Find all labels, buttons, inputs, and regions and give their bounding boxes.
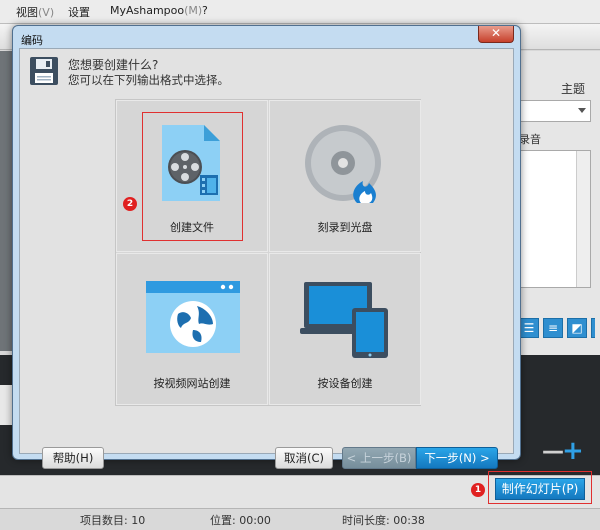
theme-label: 主题	[561, 82, 586, 96]
next-step-button[interactable]: 下一步(N) >	[416, 447, 498, 469]
menu-myashampoo-hotkey: (M)	[184, 4, 203, 17]
menu-help-label: ?	[202, 4, 208, 17]
annotation-marker-1: 1	[471, 483, 485, 497]
dialog-subheading: 您可以在下列输出格式中选择。	[68, 73, 229, 87]
disc-burn-icon	[305, 125, 381, 203]
transition-icon[interactable]: ◩	[567, 318, 587, 338]
encode-dialog: 编码 ✕ 您想要创建什么? 您可以在下列输出格式中选择。 创建文件 刻录到光盘 …	[12, 25, 521, 469]
music-label: 录音	[519, 133, 541, 146]
scrollbar[interactable]	[576, 151, 590, 287]
menu-settings-label: 设置	[68, 6, 90, 19]
menu-myashampoo-label: MyAshampoo	[110, 4, 185, 17]
theme-select[interactable]	[519, 100, 591, 122]
menu-view-label: 视图	[16, 6, 38, 19]
status-bar: 项目数目: 10 位置: 00:00 时间长度: 00:38	[0, 508, 600, 530]
timeline-thumbnail[interactable]	[0, 385, 12, 425]
lines-icon[interactable]: ☰	[519, 318, 539, 338]
mini-toolbar: ☰ ≡ ◩	[519, 318, 595, 340]
devices-icon	[300, 282, 388, 358]
music-list[interactable]	[519, 150, 591, 288]
previous-step-button[interactable]: < 上一步(B)	[342, 447, 416, 469]
zoom-in-icon[interactable]: +	[562, 438, 584, 464]
menu-help[interactable]: ?	[202, 4, 208, 17]
status-duration: 时间长度: 00:38	[342, 514, 425, 527]
floppy-disk-icon	[30, 57, 58, 85]
close-icon: ✕	[490, 26, 502, 40]
dialog-body: 您想要创建什么? 您可以在下列输出格式中选择。 创建文件 刻录到光盘 按视频网站…	[19, 48, 514, 469]
align-icon[interactable]: ≡	[543, 318, 563, 338]
option-device[interactable]: 按设备创建	[269, 253, 421, 405]
close-button[interactable]: ✕	[478, 26, 514, 43]
menu-settings[interactable]: 设置	[68, 4, 90, 20]
option-device-label: 按设备创建	[317, 377, 373, 390]
option-video-site-label: 按视频网站创建	[153, 377, 231, 390]
option-video-site[interactable]: 按视频网站创建	[116, 253, 268, 405]
zoom-out-icon[interactable]: —	[542, 441, 564, 463]
menu-myashampoo[interactable]: MyAshampoo(M)	[110, 4, 202, 17]
output-format-grid: 创建文件 刻录到光盘 按视频网站创建 按设备创建	[115, 99, 421, 406]
menu-bar: 视图(V) 设置 MyAshampoo(M) ?	[0, 0, 600, 24]
option-burn-disc-label: 刻录到光盘	[317, 221, 373, 234]
music-note-icon[interactable]	[591, 318, 595, 338]
dialog-heading: 您想要创建什么?	[68, 58, 159, 72]
option-create-file[interactable]: 创建文件	[116, 100, 268, 252]
status-position: 位置: 00:00	[210, 514, 271, 527]
make-slideshow-button[interactable]: 制作幻灯片(P)	[495, 478, 585, 500]
option-create-file-label: 创建文件	[170, 221, 214, 234]
status-item-count: 项目数目: 10	[80, 514, 146, 527]
annotation-marker-2: 2	[123, 197, 137, 211]
web-globe-icon	[146, 281, 240, 353]
help-button[interactable]: 帮助(H)	[42, 447, 104, 469]
cancel-button[interactable]: 取消(C)	[275, 447, 333, 469]
dialog-title: 编码	[21, 34, 43, 47]
menu-view-hotkey: (V)	[38, 6, 55, 19]
option-burn-disc[interactable]: 刻录到光盘	[269, 100, 421, 252]
chevron-down-icon	[578, 108, 586, 113]
menu-view[interactable]: 视图(V)	[16, 4, 54, 20]
